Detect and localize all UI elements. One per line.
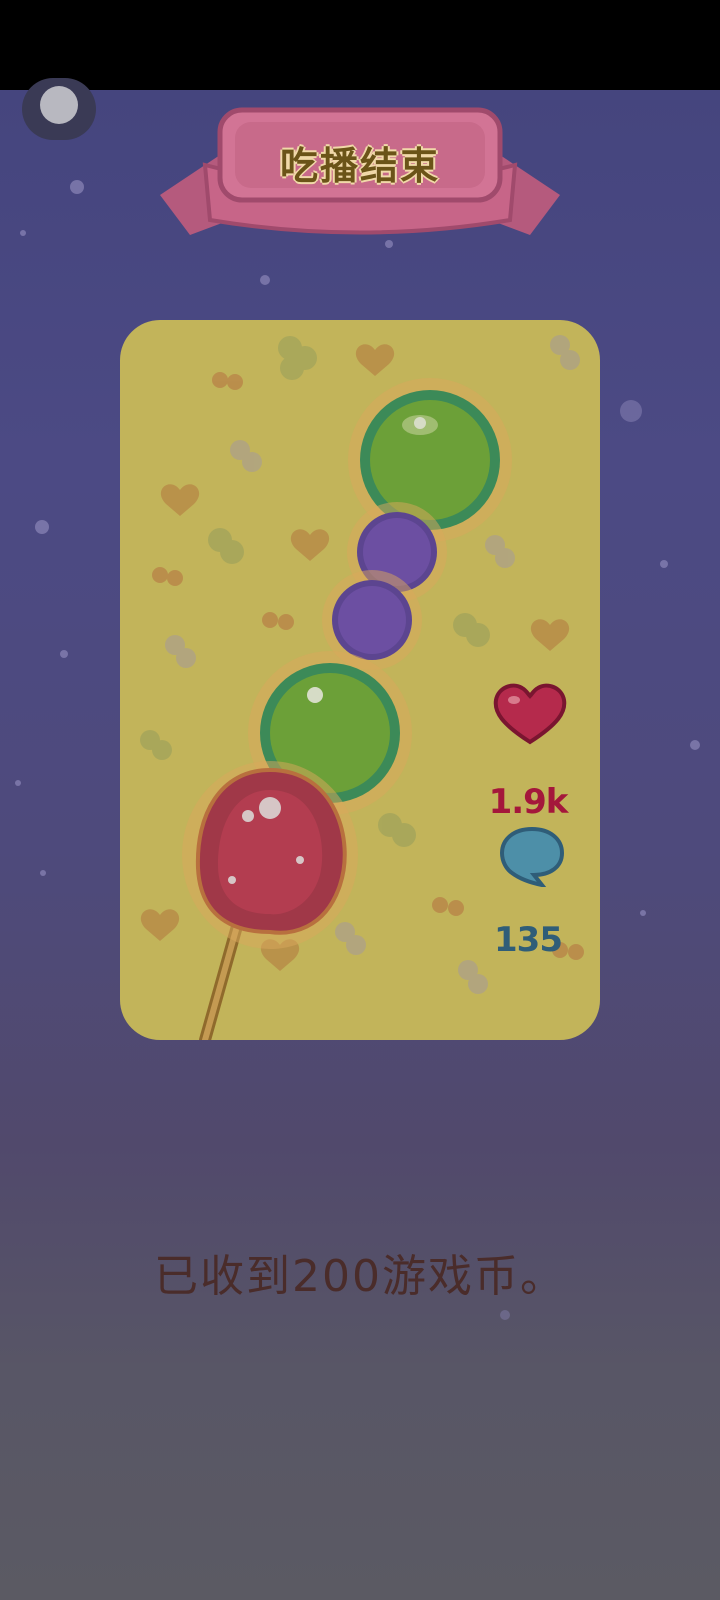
status-bar — [0, 0, 720, 90]
stream-card: 1.9k 135 — [120, 320, 600, 1040]
game-screen: 吃播结束 1.9k 135 已收到200游戏币。 — [0, 0, 720, 1600]
banner-title: 吃播结束 — [279, 144, 440, 188]
title-banner: 吃播结束 — [150, 95, 570, 255]
reward-message: 已收到200游戏币。 — [154, 1251, 566, 1302]
heart-icon[interactable] — [492, 680, 568, 746]
menu-dot-button[interactable] — [22, 78, 96, 140]
comments-count: 135 — [494, 920, 563, 960]
likes-count: 1.9k — [488, 782, 569, 822]
speech-bubble-icon[interactable] — [498, 825, 566, 887]
